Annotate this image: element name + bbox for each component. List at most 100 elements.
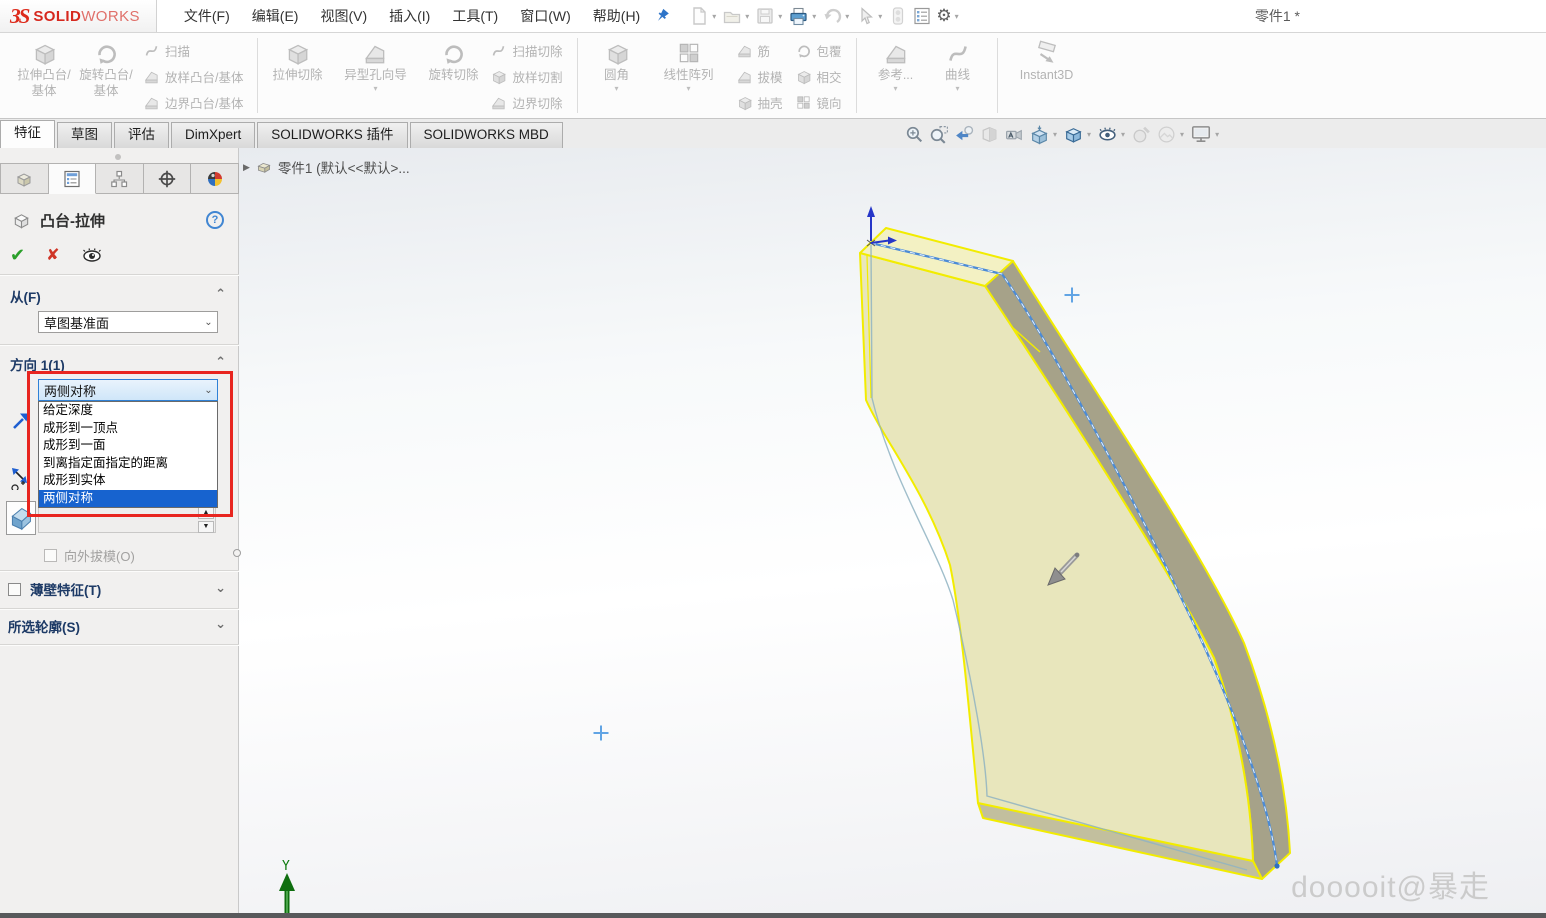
display-style-caret[interactable]: ▾ [1087, 130, 1091, 139]
thin-feature-chevron-icon[interactable] [215, 582, 226, 594]
new-document-button[interactable] [687, 5, 711, 27]
pin-menu-button[interactable] [653, 7, 671, 25]
select-caret[interactable]: ▾ [878, 12, 882, 21]
tab-dimxpert[interactable]: DimXpert [171, 122, 256, 148]
ok-button[interactable] [10, 245, 25, 266]
save-button[interactable] [753, 5, 777, 27]
ribbon-draft-button[interactable]: 拔模 [736, 64, 783, 88]
dropdown-option-up-to-vertex[interactable]: 成形到一顶点 [39, 420, 217, 438]
ribbon-revolve-boss-button[interactable]: 旋转凸台/基体 [75, 35, 137, 100]
ribbon-rib-button[interactable]: 筋 [736, 38, 783, 62]
menu-view[interactable]: 视图(V) [309, 0, 378, 33]
ribbon-mirror-button[interactable]: 镜向 [795, 90, 842, 114]
ribbon-instant3d-button[interactable]: Instant3D [1006, 35, 1088, 83]
ribbon-boundary-cut-button[interactable]: 边界切除 [490, 90, 563, 114]
ribbon-curves-button[interactable]: 曲线 ▾ [927, 35, 989, 93]
display-style-button[interactable] [1061, 124, 1086, 145]
feature-manager-tab[interactable] [0, 163, 49, 194]
ribbon-extrude-cut-button[interactable]: 拉伸切除 [266, 35, 328, 83]
splitter-handle[interactable] [233, 549, 241, 557]
ribbon-linear-pattern-button[interactable]: 线性阵列 ▾ [648, 35, 730, 93]
zoom-area-button[interactable] [927, 124, 952, 145]
thin-feature-checkbox[interactable] [8, 582, 21, 596]
draft-button[interactable] [6, 501, 36, 535]
direction1-section-header[interactable]: 方向 1(1) [10, 354, 65, 374]
hide-show-items-button[interactable] [1095, 124, 1120, 145]
sketch-endpoint[interactable] [1274, 863, 1280, 869]
display-manager-tab[interactable] [191, 163, 239, 194]
depth-input[interactable] [38, 505, 216, 533]
menu-file[interactable]: 文件(F) [173, 0, 241, 33]
tab-solidworks-mbd[interactable]: SOLIDWORKS MBD [409, 122, 563, 148]
open-document-button[interactable] [720, 5, 744, 27]
property-manager-tab[interactable] [48, 163, 97, 194]
spin-down-icon[interactable] [198, 521, 214, 533]
ribbon-shell-button[interactable]: 抽壳 [736, 90, 783, 114]
ribbon-boundary-button[interactable]: 边界凸台/基体 [143, 90, 243, 114]
spin-up-icon[interactable] [198, 507, 214, 519]
new-caret[interactable]: ▾ [712, 12, 716, 21]
menu-tools[interactable]: 工具(T) [441, 0, 509, 33]
view-orientation-caret[interactable]: ▾ [1053, 130, 1057, 139]
undo-button[interactable] [820, 5, 844, 27]
reverse-direction-icon[interactable] [10, 410, 32, 432]
callout-plus-marker[interactable] [1064, 287, 1080, 303]
preview-eye-button[interactable] [81, 247, 103, 263]
options-list-button[interactable] [910, 5, 934, 27]
ribbon-reference-geometry-button[interactable]: 参考... ▾ [865, 35, 927, 93]
chevron-down-icon[interactable] [200, 317, 217, 328]
ribbon-extrude-boss-button[interactable]: 拉伸凸台/基体 [13, 35, 75, 100]
open-caret[interactable]: ▾ [745, 12, 749, 21]
ribbon-fillet-button[interactable]: 圆角 ▾ [586, 35, 648, 93]
hide-show-caret[interactable]: ▾ [1121, 130, 1125, 139]
undo-caret[interactable]: ▾ [845, 12, 849, 21]
tab-sketch[interactable]: 草图 [57, 122, 112, 148]
tab-features[interactable]: 特征 [0, 120, 55, 148]
dropdown-option-mid-plane[interactable]: 两侧对称 [39, 489, 217, 507]
draft-outward-checkbox[interactable] [44, 549, 57, 562]
ribbon-wrap-button[interactable]: 包覆 [795, 38, 842, 62]
view-settings-button[interactable] [1188, 123, 1214, 145]
cancel-button[interactable] [46, 245, 59, 265]
from-combobox[interactable]: 草图基准面 [38, 311, 218, 333]
graphics-viewport[interactable]: 零件1 (默认<<默认>... [239, 148, 1546, 918]
menu-insert[interactable]: 插入(I) [378, 0, 441, 33]
selected-contours-chevron-icon[interactable] [215, 618, 226, 630]
select-button[interactable] [853, 5, 877, 27]
edit-appearance-button[interactable] [1129, 124, 1154, 145]
configuration-manager-tab[interactable] [96, 163, 144, 194]
ribbon-hole-wizard-button[interactable]: 异型孔向导 ▾ [328, 35, 422, 93]
tree-part-item[interactable]: 零件1 (默认<<默认>... [278, 157, 410, 177]
from-section-header[interactable]: 从(F) [10, 286, 41, 306]
performance-button[interactable] [886, 5, 910, 27]
dimxpert-manager-tab[interactable] [143, 163, 192, 194]
dropdown-option-up-to-surface[interactable]: 成形到一面 [39, 437, 217, 455]
direction1-collapse-chevron-icon[interactable] [215, 356, 226, 368]
panel-collapse-handle[interactable] [115, 154, 121, 160]
menu-edit[interactable]: 编辑(E) [241, 0, 310, 33]
save-caret[interactable]: ▾ [778, 12, 782, 21]
dropdown-option-blind[interactable]: 给定深度 [39, 402, 217, 420]
settings-caret[interactable]: ▾ [955, 12, 959, 21]
help-icon[interactable] [206, 211, 224, 229]
print-button[interactable] [786, 5, 811, 28]
chevron-down-icon[interactable] [200, 385, 217, 396]
callout-plus-marker[interactable] [593, 725, 609, 741]
annotation-view-button[interactable] [1002, 124, 1027, 145]
print-caret[interactable]: ▾ [812, 12, 816, 21]
dropdown-option-up-to-body[interactable]: 成形到实体 [39, 472, 217, 490]
ribbon-sweep-cut-button[interactable]: 扫描切除 [490, 38, 563, 62]
previous-view-button[interactable] [952, 124, 977, 145]
view-orientation-button[interactable] [1027, 124, 1052, 145]
ribbon-revolve-cut-button[interactable]: 旋转切除 [422, 35, 484, 83]
end-condition-combobox[interactable]: 两侧对称 [38, 379, 218, 401]
tree-expand-icon[interactable] [243, 162, 250, 173]
ribbon-loft-cut-button[interactable]: 放样切割 [490, 64, 563, 88]
apply-scene-caret[interactable]: ▾ [1180, 130, 1184, 139]
from-collapse-chevron-icon[interactable] [215, 288, 226, 300]
view-settings-caret[interactable]: ▾ [1215, 130, 1219, 139]
ribbon-intersect-button[interactable]: 相交 [795, 64, 842, 88]
section-view-button[interactable] [977, 124, 1002, 145]
dropdown-option-offset-from-surface[interactable]: 到离指定面指定的距离 [39, 455, 217, 473]
ribbon-loft-button[interactable]: 放样凸台/基体 [143, 64, 243, 88]
